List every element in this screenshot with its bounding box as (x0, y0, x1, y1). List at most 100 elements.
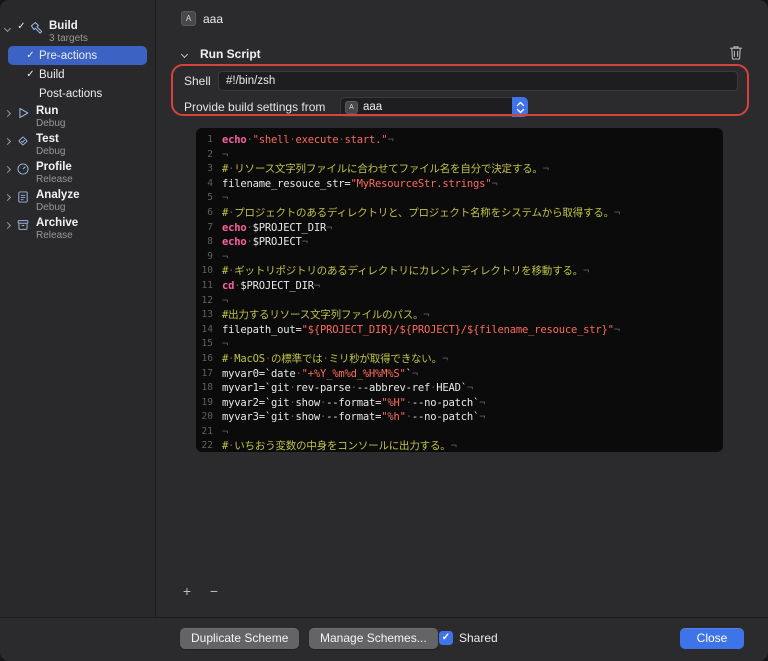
sidebar-item-label: Analyze (36, 189, 80, 201)
code-text: ¬ (222, 294, 229, 307)
code-text: myvar1=`git·rev-parse·--abbrev-ref·HEAD`… (222, 382, 474, 395)
archive-icon (15, 217, 31, 232)
checkmark-icon: ✓ (26, 49, 35, 61)
scheme-editor-window: ✓ Build 3 targets ✓ Pre-actions ✓ Build Post-ac… (0, 0, 768, 661)
sidebar-item-archive[interactable]: Archive Release (0, 215, 155, 243)
line-number: 10 (201, 265, 213, 277)
code-line: 1 echo·"shell·execute·start."¬ (196, 133, 723, 148)
disclosure-chevron-icon[interactable] (3, 24, 12, 33)
sidebar-item-run[interactable]: Run Debug (0, 103, 155, 131)
code-text: cd·$PROJECT_DIR¬ (222, 279, 320, 292)
remove-button[interactable]: − (207, 583, 221, 599)
line-number: 7 (207, 221, 213, 233)
code-text: myvar2=`git·show·--format="%H"·--no-patc… (222, 396, 486, 409)
code-line: 9 ¬ (196, 250, 723, 265)
sidebar-item-analyze[interactable]: Analyze Debug (0, 187, 155, 215)
code-text: echo·$PROJECT_DIR¬ (222, 221, 333, 234)
scheme-sidebar: ✓ Build 3 targets ✓ Pre-actions ✓ Build Post-ac… (0, 0, 156, 617)
build-settings-popup[interactable]: A aaa (340, 97, 528, 117)
pre-action-toolbar: + − (180, 583, 221, 599)
script-editor[interactable]: 1 echo·"shell·execute·start."¬ 2 ¬ 3 #·リソース文字… (196, 128, 723, 452)
shared-checkbox[interactable] (439, 631, 453, 645)
code-text: ¬ (222, 250, 229, 263)
disclosure-chevron-icon[interactable] (3, 221, 12, 230)
add-button[interactable]: + (180, 583, 194, 599)
sidebar-item-test[interactable]: Test Debug (0, 131, 155, 159)
sidebar-item-sublabel: Debug (36, 118, 66, 129)
code-text: ¬ (222, 148, 229, 161)
sidebar-item-build[interactable]: ✓ Build (8, 65, 147, 84)
code-text: #·ギットリポジトリのあるディレクトリにカレントディレクトリを移動する。¬ (222, 265, 590, 278)
sidebar-item-post-actions[interactable]: Post-actions (8, 84, 147, 103)
code-text: echo·"shell·execute·start."¬ (222, 134, 394, 146)
sidebar-item-label: Archive (36, 217, 79, 229)
code-line: 2 ¬ (196, 148, 723, 163)
build-settings-label: Provide build settings from (184, 100, 326, 114)
checkmark-icon: ✓ (17, 21, 26, 32)
shell-input[interactable]: #!/bin/zsh (218, 71, 738, 91)
target-header: A aaa (181, 11, 223, 26)
line-number: 5 (207, 192, 213, 204)
line-number: 17 (201, 367, 213, 379)
code-line: 21 ¬ (196, 425, 723, 440)
code-text: echo·$PROJECT¬ (222, 236, 308, 249)
test-icon (15, 133, 31, 148)
line-number: 2 (207, 148, 213, 160)
shared-checkbox-group[interactable]: Shared (439, 631, 498, 645)
hammer-icon (28, 20, 44, 35)
sidebar-item-sublabel: Release (36, 230, 73, 241)
code-line: 18 myvar1=`git·rev-parse·--abbrev-ref·HEA… (196, 381, 723, 396)
code-text: ¬ (222, 338, 229, 351)
code-line: 6 #·プロジェクトのあるディレクトリと、プロジェクト名称をシステムから取得する。… (196, 206, 723, 221)
sidebar-item-profile[interactable]: Profile Release (0, 159, 155, 187)
line-number: 3 (207, 163, 213, 175)
checkmark-icon: ✓ (26, 68, 35, 80)
sidebar-item-label: Test (36, 133, 59, 145)
code-line: 5 ¬ (196, 191, 723, 206)
code-line: 15 ¬ (196, 337, 723, 352)
line-number: 16 (201, 352, 213, 364)
target-app-icon: A (181, 11, 196, 26)
popup-stepper-icon (512, 97, 528, 117)
disclosure-chevron-icon[interactable] (180, 50, 189, 58)
code-line: 20 myvar3=`git·show·--format="%h"·--no-pa… (196, 410, 723, 425)
line-number: 13 (201, 309, 213, 321)
code-text: ¬ (222, 425, 229, 438)
close-button[interactable]: Close (680, 628, 744, 649)
run-script-section-header[interactable]: Run Script (180, 47, 261, 61)
target-app-icon: A (345, 100, 358, 114)
trash-icon (730, 46, 742, 60)
bottom-bar: Duplicate Scheme Manage Schemes... Share… (0, 617, 768, 661)
profile-icon (15, 161, 31, 176)
target-name: aaa (203, 11, 224, 26)
code-text: myvar0=`date·"+%Y_%m%d_%H%M%S"`¬ (222, 367, 418, 380)
shared-label: Shared (459, 631, 498, 645)
sidebar-item-label: Pre-actions (39, 49, 98, 62)
code-line: 8 echo·$PROJECT¬ (196, 235, 723, 250)
code-text: #·いちおう変数の中身をコンソールに出力する。¬ (222, 440, 457, 452)
scheme-detail-pane: A aaa Run Script Shell #!/bin/zsh Provid… (157, 0, 768, 617)
line-number: 6 (207, 206, 213, 218)
code-line: 17 myvar0=`date·"+%Y_%m%d_%H%M%S"`¬ (196, 367, 723, 382)
delete-script-button[interactable] (728, 44, 746, 62)
shell-label: Shell (184, 74, 211, 88)
line-number: 4 (207, 177, 213, 189)
duplicate-scheme-button[interactable]: Duplicate Scheme (180, 628, 300, 649)
disclosure-chevron-icon[interactable] (3, 193, 12, 202)
sidebar-item-sublabel: Release (36, 174, 73, 185)
code-line: 16 #·MacOS·の標準では·ミリ秒が取得できない。¬ (196, 352, 723, 367)
line-number: 18 (201, 382, 213, 394)
disclosure-chevron-icon[interactable] (3, 109, 12, 118)
code-line: 11 cd·$PROJECT_DIR¬ (196, 279, 723, 294)
code-text: #·MacOS·の標準では·ミリ秒が取得できない。¬ (222, 352, 449, 365)
sidebar-item-label: Run (36, 105, 59, 117)
manage-schemes-button[interactable]: Manage Schemes... (309, 628, 438, 649)
disclosure-chevron-icon[interactable] (3, 165, 12, 174)
code-text: myvar3=`git·show·--format="%h"·--no-patc… (222, 411, 486, 424)
sidebar-item-label: Build (39, 68, 65, 81)
disclosure-chevron-icon[interactable] (3, 137, 12, 146)
sidebar-item-sublabel: 3 targets (49, 33, 88, 44)
code-line: 22 #·いちおう変数の中身をコンソールに出力する。¬ (196, 439, 723, 452)
sidebar-item-pre-actions[interactable]: ✓ Pre-actions (8, 46, 147, 65)
sidebar-item-build[interactable]: ✓ Build 3 targets (0, 18, 155, 46)
